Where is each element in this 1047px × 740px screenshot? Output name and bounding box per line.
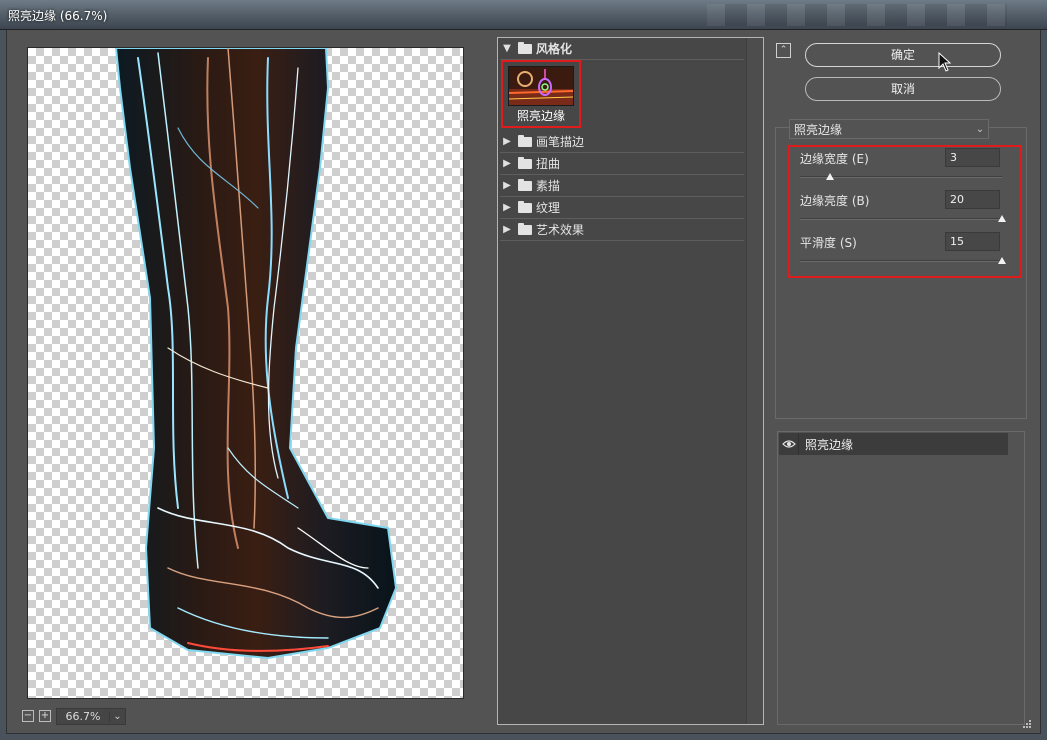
folder-icon: [518, 222, 532, 235]
edge-width-input[interactable]: 3: [945, 148, 1000, 167]
preview-canvas[interactable]: [27, 47, 464, 699]
edge-width-slider-thumb[interactable]: [826, 173, 835, 180]
edge-width-label: 边缘宽度 (E): [800, 152, 869, 166]
edge-brightness-slider[interactable]: [800, 218, 1002, 220]
gallery-scrollbar[interactable]: [746, 38, 763, 724]
category-texture[interactable]: ▶ 纹理: [500, 197, 744, 219]
expanded-triangle-icon: ▼: [503, 43, 511, 54]
smoothness-slider[interactable]: [800, 260, 1002, 262]
resize-grip-icon[interactable]: [1022, 719, 1032, 729]
folder-icon: [518, 156, 532, 169]
edge-brightness-slider-thumb[interactable]: [998, 215, 1006, 222]
zoom-select[interactable]: 66.7% ⌄: [56, 707, 126, 725]
collapse-gallery-button[interactable]: ⌃: [776, 43, 791, 58]
collapsed-triangle-icon: ▶: [503, 202, 511, 213]
smoothness-slider-thumb[interactable]: [998, 257, 1006, 264]
eye-icon[interactable]: [779, 433, 799, 455]
title-bar-decoration: [707, 4, 1007, 26]
filter-thumbnail-selected[interactable]: 照亮边缘: [501, 60, 581, 128]
filter-select[interactable]: 照亮边缘 ⌄: [789, 119, 989, 139]
collapsed-triangle-icon: ▶: [503, 158, 511, 169]
category-label: 艺术效果: [536, 223, 585, 237]
collapsed-triangle-icon: ▶: [503, 136, 511, 147]
category-label: 扭曲: [536, 157, 561, 171]
folder-icon: [518, 41, 532, 54]
preview-image: [114, 48, 398, 660]
zoom-in-button[interactable]: +: [39, 710, 51, 722]
category-stylize[interactable]: ▼ 风格化: [500, 38, 744, 60]
effect-layer-row[interactable]: 照亮边缘: [779, 433, 1008, 455]
cancel-button[interactable]: 取消: [805, 77, 1001, 101]
collapsed-triangle-icon: ▶: [503, 224, 511, 235]
zoom-controls: − + 66.7% ⌄: [22, 707, 126, 725]
folder-icon: [518, 178, 532, 191]
collapsed-triangle-icon: ▶: [503, 180, 511, 191]
category-label: 画笔描边: [536, 135, 585, 149]
edge-brightness-label: 边缘亮度 (B): [800, 194, 870, 208]
effect-layers-panel: [777, 431, 1025, 725]
zoom-value: 66.7%: [65, 709, 101, 723]
category-label: 风格化: [536, 42, 573, 56]
chevron-down-icon: ⌄: [975, 123, 985, 135]
chevron-down-icon: ⌄: [109, 710, 125, 722]
filter-select-value: 照亮边缘: [794, 122, 843, 137]
category-brush-strokes[interactable]: ▶ 画笔描边: [500, 131, 744, 153]
zoom-out-button[interactable]: −: [22, 710, 34, 722]
category-distort[interactable]: ▶ 扭曲: [500, 153, 744, 175]
category-label: 纹理: [536, 201, 561, 215]
folder-icon: [518, 134, 532, 147]
category-label: 素描: [536, 179, 561, 193]
effect-layer-label: 照亮边缘: [805, 437, 854, 452]
ok-button[interactable]: 确定: [805, 43, 1001, 67]
mouse-cursor-icon: [938, 52, 952, 72]
category-sketch[interactable]: ▶ 素描: [500, 175, 744, 197]
smoothness-input[interactable]: 15: [945, 232, 1000, 251]
filter-thumbnail-label: 照亮边缘: [516, 109, 565, 123]
window-title: 照亮边缘 (66.7%): [8, 9, 108, 23]
smoothness-label: 平滑度 (S): [800, 236, 857, 250]
folder-icon: [518, 200, 532, 213]
category-artistic[interactable]: ▶ 艺术效果: [500, 219, 744, 241]
filter-thumbnail-image: [508, 66, 574, 106]
edge-brightness-input[interactable]: 20: [945, 190, 1000, 209]
title-bar: 照亮边缘 (66.7%): [0, 0, 1047, 30]
